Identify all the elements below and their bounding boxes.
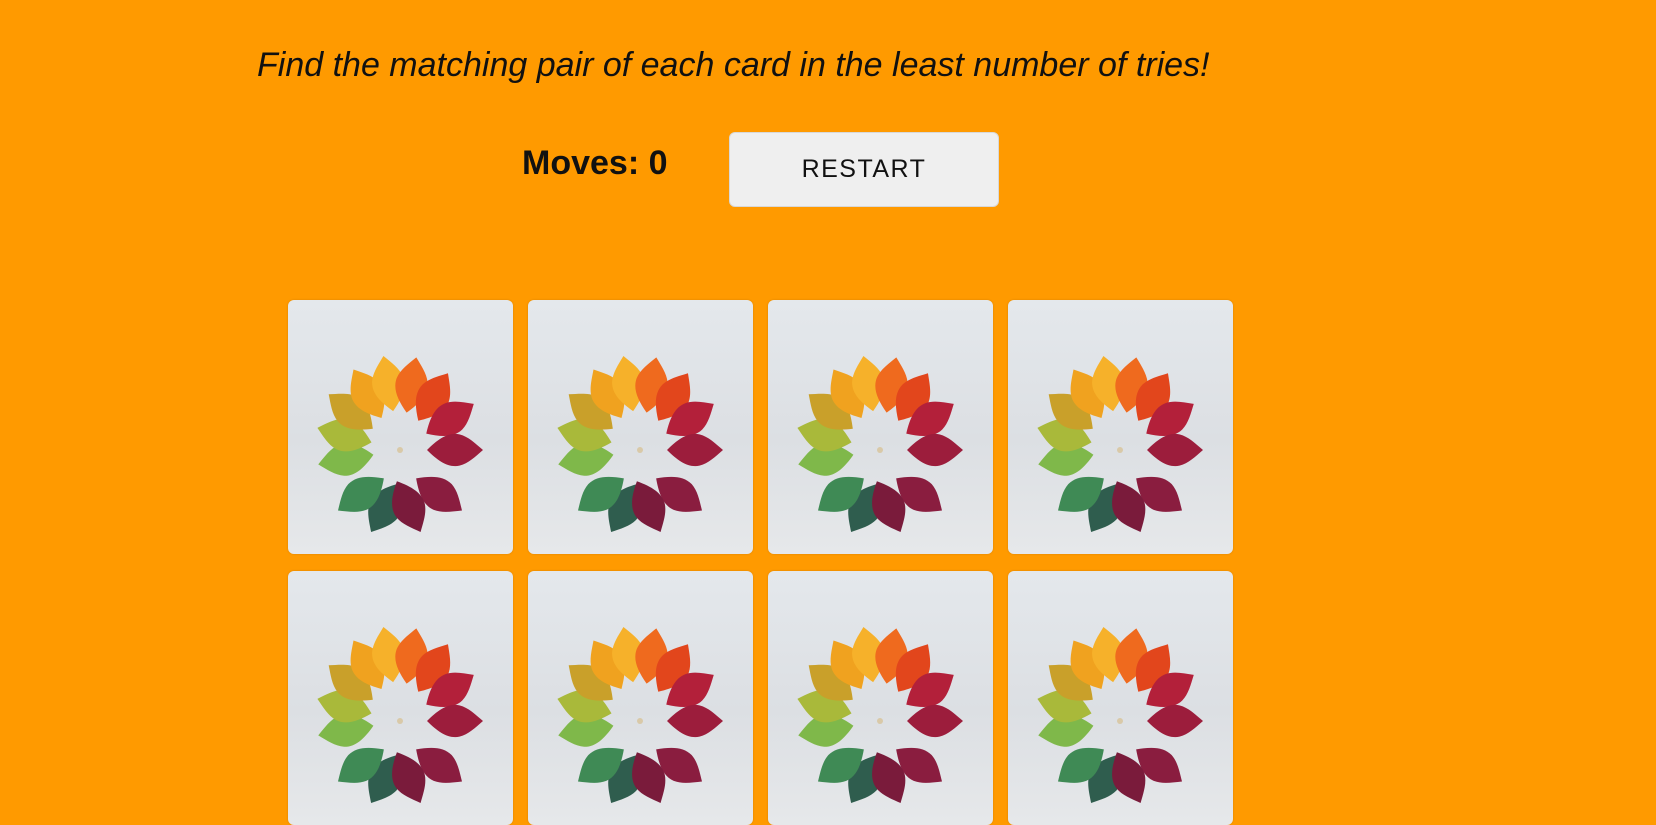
card-back-leaves-image — [793, 624, 963, 812]
card-grid — [288, 300, 1248, 825]
moves-value: 0 — [648, 144, 668, 182]
card-back-leaves-image — [1033, 353, 1203, 541]
card-2[interactable] — [528, 300, 753, 554]
card-back-leaves-image — [793, 353, 963, 541]
card-1[interactable] — [288, 300, 513, 554]
instructions-text: Find the matching pair of each card in t… — [257, 46, 1210, 84]
card-4[interactable] — [1008, 300, 1233, 554]
moves-label: Moves: — [522, 144, 640, 182]
card-6[interactable] — [528, 571, 753, 825]
card-back-leaves-image — [313, 353, 483, 541]
card-8[interactable] — [1008, 571, 1233, 825]
card-back-leaves-image — [553, 353, 723, 541]
card-5[interactable] — [288, 571, 513, 825]
card-back-leaves-image — [553, 624, 723, 812]
card-3[interactable] — [768, 300, 993, 554]
restart-button[interactable]: RESTART — [729, 132, 999, 207]
moves-counter: Moves: 0 — [522, 144, 668, 183]
card-back-leaves-image — [313, 624, 483, 812]
card-7[interactable] — [768, 571, 993, 825]
card-back-leaves-image — [1033, 624, 1203, 812]
